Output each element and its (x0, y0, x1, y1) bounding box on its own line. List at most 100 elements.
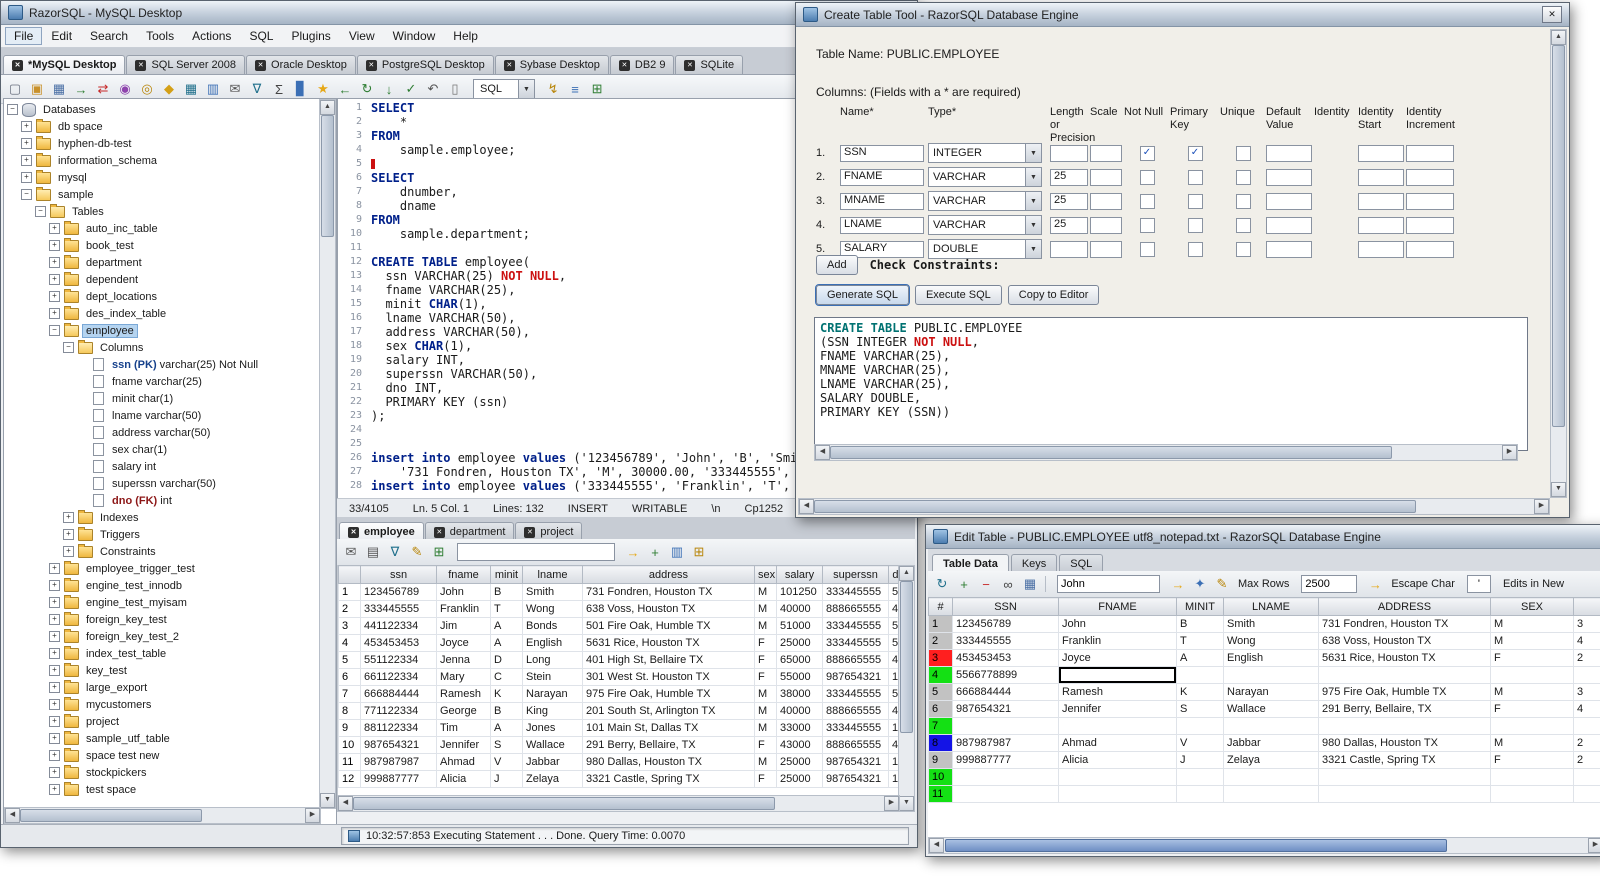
filter-icon[interactable]: ∇ (247, 79, 267, 99)
cell[interactable] (1318, 785, 1491, 803)
database-icon[interactable]: ◉ (115, 79, 135, 99)
cell[interactable]: 2 (1573, 751, 1600, 769)
scroll-left-icon[interactable] (799, 499, 814, 514)
escape-char-input[interactable] (1466, 575, 1491, 593)
cell[interactable] (1573, 768, 1600, 786)
tree-item-mysql[interactable]: + mysql (4, 169, 321, 186)
cell[interactable]: Mary (436, 668, 491, 686)
window-vertical-scrollbar[interactable] (1550, 29, 1567, 498)
cell[interactable]: F (754, 634, 777, 652)
unique-checkbox[interactable] (1235, 241, 1251, 257)
cell[interactable]: 301 West St. Houston TX (582, 668, 755, 686)
scroll-left-icon[interactable] (5, 808, 20, 823)
scale-input[interactable] (1090, 240, 1122, 258)
cell[interactable]: 65000 (776, 651, 823, 669)
cell[interactable]: 3 (1573, 615, 1600, 633)
print-icon[interactable]: ▤ (363, 542, 383, 562)
cell[interactable]: Zelaya (522, 770, 583, 788)
cell[interactable]: V (1176, 734, 1224, 752)
cell[interactable]: F (1490, 649, 1574, 667)
row-number[interactable]: 11 (338, 753, 361, 771)
scroll-down-icon[interactable] (320, 793, 335, 808)
cell[interactable]: English (1223, 649, 1319, 667)
tree-toggle-icon[interactable]: + (63, 546, 74, 557)
column-header[interactable]: MINIT (1176, 597, 1224, 616)
cell[interactable]: F (754, 736, 777, 754)
tree-item-constraints[interactable]: + Constraints (4, 543, 321, 560)
cell[interactable]: F (754, 668, 777, 686)
cell[interactable] (1058, 717, 1177, 735)
add-column-button[interactable]: Add (816, 255, 858, 275)
insert-row-icon[interactable]: ⊞ (429, 542, 449, 562)
cell[interactable] (1176, 785, 1224, 803)
cell[interactable]: Jennifer (436, 736, 491, 754)
close-tab-icon[interactable] (348, 526, 359, 538)
scrollbar-thumb[interactable] (20, 809, 202, 822)
cell[interactable] (1318, 768, 1491, 786)
find-next-icon[interactable]: → (1168, 574, 1188, 594)
row-number[interactable]: 3 (338, 617, 361, 635)
row-number[interactable]: 6 (338, 668, 361, 686)
primary-key-checkbox[interactable] (1187, 145, 1203, 161)
cell[interactable]: Wong (522, 600, 583, 618)
scroll-left-icon[interactable] (815, 445, 830, 460)
cell[interactable]: Tim (436, 719, 491, 737)
db-tools-icon[interactable]: ◎ (137, 79, 157, 99)
cell[interactable]: Jones (522, 719, 583, 737)
results-filter-input[interactable] (457, 543, 615, 561)
results-vertical-scrollbar[interactable] (898, 565, 915, 812)
cell[interactable]: English (522, 634, 583, 652)
column-header[interactable]: FNAME (1058, 597, 1177, 616)
table-grid-icon[interactable]: ▦ (181, 79, 201, 99)
cell[interactable]: John (1058, 615, 1177, 633)
cell[interactable]: A (490, 617, 523, 635)
default-value-input[interactable] (1266, 216, 1312, 234)
cell[interactable]: Wallace (522, 736, 583, 754)
chevron-down-icon[interactable] (518, 80, 535, 98)
tree-toggle-icon[interactable]: + (49, 291, 60, 302)
row-number[interactable]: 5 (928, 683, 953, 701)
cell[interactable]: 666884444 (952, 683, 1059, 701)
unique-checkbox[interactable] (1235, 169, 1251, 185)
close-tab-icon[interactable] (12, 59, 23, 71)
tree-item-triggers[interactable]: + Triggers (4, 526, 321, 543)
cell[interactable]: 987654321 (360, 736, 437, 754)
cell[interactable]: Narayan (1223, 683, 1319, 701)
cell[interactable]: Franklin (1058, 632, 1177, 650)
find-go-icon[interactable]: → (623, 542, 643, 562)
cell[interactable]: 441122334 (360, 617, 437, 635)
sql-mode-combo[interactable]: SQL (473, 79, 536, 99)
cell[interactable]: Alicia (436, 770, 491, 788)
cell[interactable]: 291 Berry, Bellaire, TX (582, 736, 755, 754)
scrollbar-thumb[interactable] (945, 839, 1447, 852)
menu-file[interactable]: File (5, 27, 43, 45)
cell[interactable] (1490, 666, 1574, 684)
tree-item-ssn-pk-varchar-25-not-null[interactable]: ssn (PK) varchar(25) Not Null (4, 356, 321, 373)
scroll-down-icon[interactable] (899, 796, 914, 811)
tree-item-information-schema[interactable]: + information_schema (4, 152, 321, 169)
scroll-right-icon[interactable] (305, 808, 320, 823)
cell[interactable] (1058, 666, 1177, 684)
cell[interactable]: George (436, 702, 491, 720)
cell[interactable]: Stein (522, 668, 583, 686)
unique-checkbox[interactable] (1235, 217, 1251, 233)
chevron-down-icon[interactable] (1025, 144, 1041, 162)
cell[interactable] (952, 768, 1059, 786)
cell[interactable]: 123456789 (360, 583, 437, 601)
down-arrow-icon[interactable]: ↓ (379, 79, 399, 99)
tree-item-stockpickers[interactable]: + stockpickers (4, 764, 321, 781)
tree-toggle-icon[interactable]: + (49, 750, 60, 761)
tree-item-sex-char-1[interactable]: sex char(1) (4, 441, 321, 458)
cell[interactable]: C (490, 668, 523, 686)
cell[interactable]: 3 (1573, 683, 1600, 701)
cell[interactable]: Smith (522, 583, 583, 601)
cell[interactable]: Joyce (436, 634, 491, 652)
cell[interactable]: Wallace (1223, 700, 1319, 718)
tree-toggle-icon[interactable]: + (21, 138, 32, 149)
execute-check-icon[interactable]: ✓ (401, 79, 421, 99)
tree-toggle-icon[interactable]: + (49, 614, 60, 625)
menu-actions[interactable]: Actions (183, 27, 240, 45)
cell[interactable] (1223, 785, 1319, 803)
tree-item-employee-trigger-test[interactable]: + employee_trigger_test (4, 560, 321, 577)
cell[interactable]: 881122334 (360, 719, 437, 737)
